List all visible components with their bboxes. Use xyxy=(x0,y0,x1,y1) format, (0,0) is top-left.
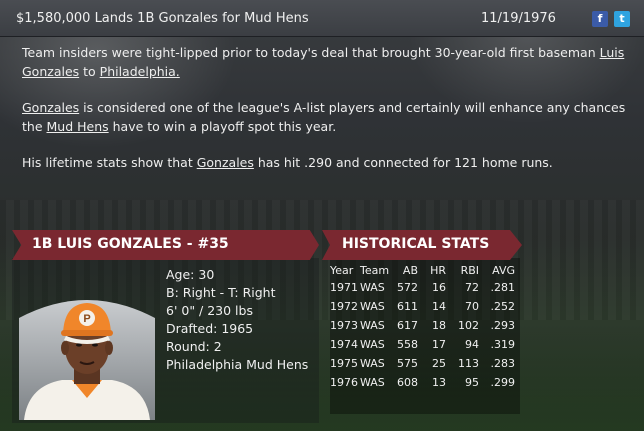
player-height-weight: 6' 0" / 230 lbs xyxy=(166,303,253,318)
cell-year: 1976 xyxy=(330,376,358,389)
cell-avg: .283 xyxy=(490,357,516,370)
cell-rbi: 95 xyxy=(465,376,479,389)
cell-ab: 611 xyxy=(397,300,418,313)
player-portrait[interactable]: P xyxy=(14,290,160,420)
stats-header-row: Year Team AB HR RBI AVG xyxy=(330,262,515,278)
table-row: 1972 WAS 611 14 70 .252 xyxy=(330,297,515,316)
table-row: 1976 WAS 608 13 95 .299 xyxy=(330,373,515,392)
col-ab: AB xyxy=(402,263,418,277)
cell-hr: 18 xyxy=(432,319,446,332)
cell-avg: .281 xyxy=(490,281,516,294)
facebook-icon[interactable]: f xyxy=(592,11,608,27)
cell-ab: 608 xyxy=(397,376,418,389)
cell-ab: 575 xyxy=(397,357,418,370)
cell-avg: .299 xyxy=(490,376,516,389)
cell-year: 1971 xyxy=(330,281,358,294)
player-drafted: Drafted: 1965 xyxy=(166,321,254,336)
story-text: to xyxy=(79,64,100,79)
cell-hr: 17 xyxy=(432,338,446,351)
cell-ab: 617 xyxy=(397,319,418,332)
cell-avg: .293 xyxy=(490,319,516,332)
cell-team: WAS xyxy=(360,300,385,313)
col-rbi: RBI xyxy=(460,263,479,277)
story-paragraph: Team insiders were tight-lipped prior to… xyxy=(22,43,632,81)
player-link[interactable]: Gonzales xyxy=(22,100,79,115)
player-info: Age: 30 B: Right - T: Right 6' 0" / 230 … xyxy=(166,266,308,374)
story-text: have to win a playoff spot this year. xyxy=(108,119,337,134)
twitter-icon[interactable]: t xyxy=(614,11,630,27)
story-paragraph: Gonzales is considered one of the league… xyxy=(22,98,632,136)
player-banner: 1B LUIS GONZALES - #35 xyxy=(12,230,319,260)
news-story: Team insiders were tight-lipped prior to… xyxy=(22,43,632,189)
headline-bar: $1,580,000 Lands 1B Gonzales for Mud Hen… xyxy=(0,0,644,37)
cell-rbi: 102 xyxy=(458,319,479,332)
historical-stats-table: Year Team AB HR RBI AVG 1971 WAS 572 16 … xyxy=(330,262,515,392)
stats-banner-title: HISTORICAL STATS xyxy=(342,236,490,252)
cell-team: WAS xyxy=(360,357,385,370)
cell-team: WAS xyxy=(360,376,385,389)
story-text: has hit .290 and connected for 121 home … xyxy=(253,155,553,170)
cell-hr: 13 xyxy=(432,376,446,389)
news-date: 11/19/1976 xyxy=(481,11,556,26)
cell-avg: .252 xyxy=(490,300,516,313)
table-row: 1974 WAS 558 17 94 .319 xyxy=(330,335,515,354)
cell-avg: .319 xyxy=(490,338,516,351)
player-round: Round: 2 xyxy=(166,339,222,354)
story-text: His lifetime stats show that xyxy=(22,155,197,170)
table-row: 1975 WAS 575 25 113 .283 xyxy=(330,354,515,373)
col-year: Year xyxy=(330,263,354,277)
cell-rbi: 72 xyxy=(465,281,479,294)
cell-rbi: 94 xyxy=(465,338,479,351)
cell-team: WAS xyxy=(360,319,385,332)
cell-hr: 16 xyxy=(432,281,446,294)
cell-year: 1974 xyxy=(330,338,358,351)
cell-rbi: 70 xyxy=(465,300,479,313)
stats-banner: HISTORICAL STATS xyxy=(322,230,522,260)
player-bats-throws: B: Right - T: Right xyxy=(166,285,276,300)
col-avg: AVG xyxy=(492,263,515,277)
cell-year: 1973 xyxy=(330,319,358,332)
player-link[interactable]: Gonzales xyxy=(197,155,254,170)
cell-ab: 558 xyxy=(397,338,418,351)
cell-hr: 25 xyxy=(432,357,446,370)
story-paragraph: His lifetime stats show that Gonzales ha… xyxy=(22,153,632,172)
story-text: Team insiders were tight-lipped prior to… xyxy=(22,45,600,60)
table-row: 1973 WAS 617 18 102 .293 xyxy=(330,316,515,335)
cell-year: 1975 xyxy=(330,357,358,370)
cap-logo: P xyxy=(83,313,90,325)
col-team: Team xyxy=(360,263,390,277)
player-age: Age: 30 xyxy=(166,267,215,282)
headline: $1,580,000 Lands 1B Gonzales for Mud Hen… xyxy=(16,11,309,26)
col-hr: HR xyxy=(430,263,446,277)
cell-team: WAS xyxy=(360,281,385,294)
cell-rbi: 113 xyxy=(458,357,479,370)
team-link[interactable]: Philadelphia. xyxy=(100,64,180,79)
player-banner-title: 1B LUIS GONZALES - #35 xyxy=(32,236,229,252)
cell-team: WAS xyxy=(360,338,385,351)
cell-year: 1972 xyxy=(330,300,358,313)
table-row: 1971 WAS 572 16 72 .281 xyxy=(330,278,515,297)
cell-hr: 14 xyxy=(432,300,446,313)
player-team: Philadelphia Mud Hens xyxy=(166,357,309,372)
cell-ab: 572 xyxy=(397,281,418,294)
team-link[interactable]: Mud Hens xyxy=(47,119,109,134)
